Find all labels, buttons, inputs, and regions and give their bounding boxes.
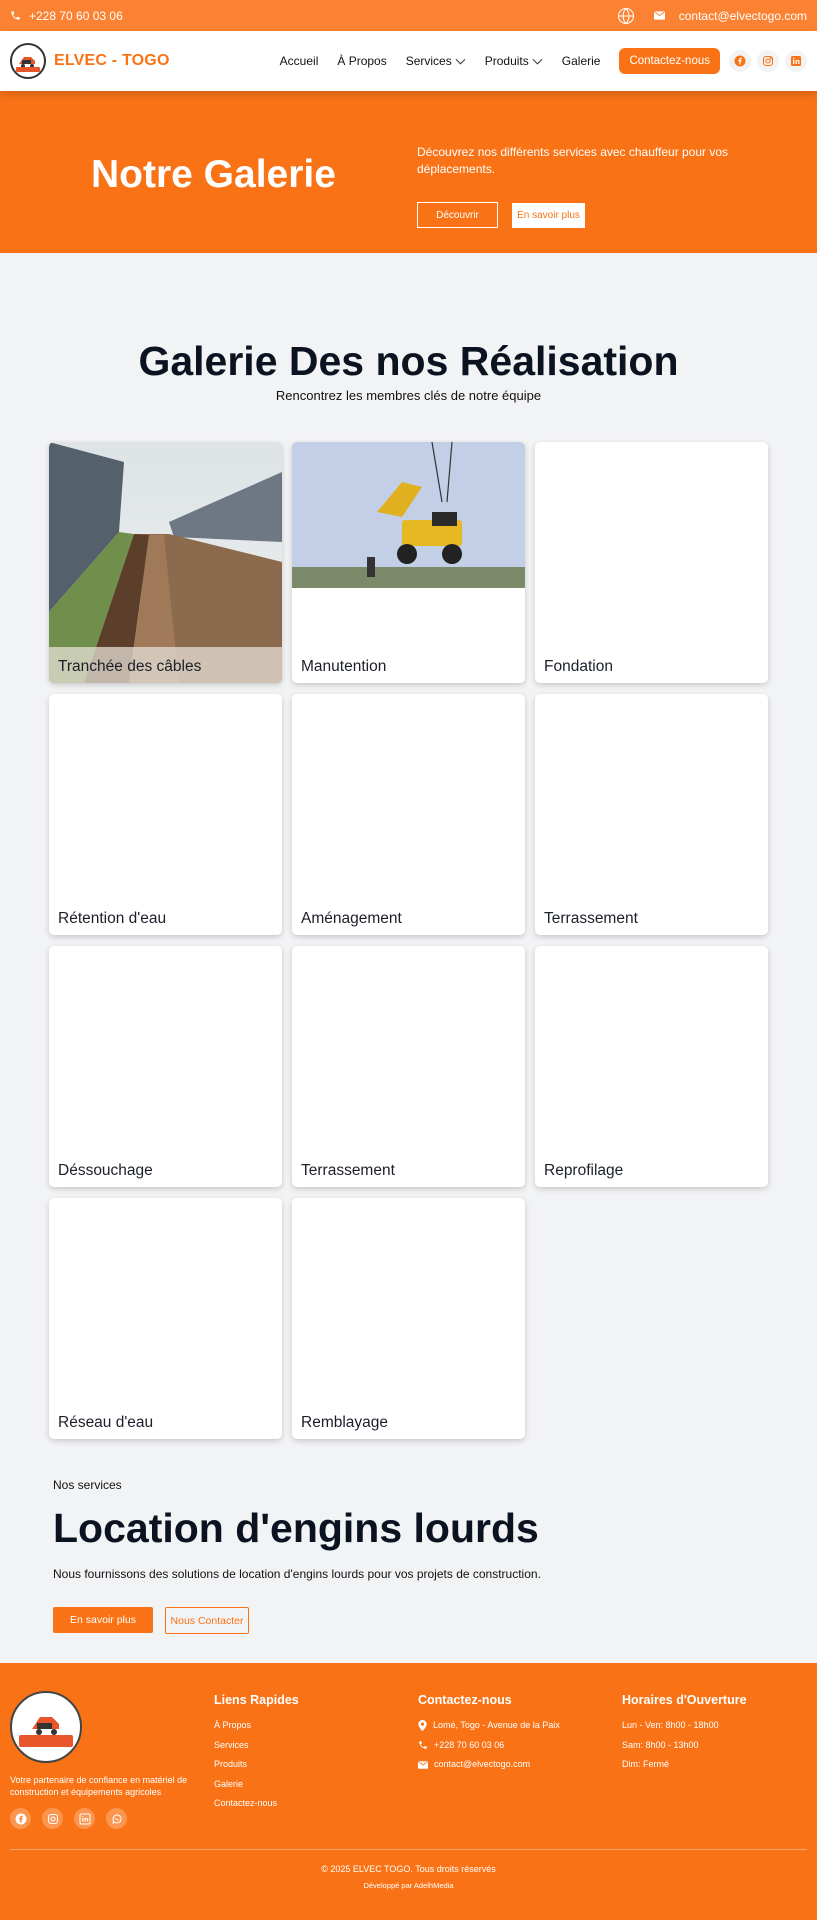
mail-icon [653,11,665,20]
mail-icon [418,1761,428,1769]
learn-more-button[interactable]: En savoir plus [512,203,585,228]
topbar-email[interactable]: contact@elvectogo.com [679,9,807,23]
gallery-card[interactable]: Rétention d'eau [49,694,282,935]
footer-link-a-propos[interactable]: À Propos [214,1716,299,1736]
nav-galerie[interactable]: Galerie [562,54,601,68]
instagram-icon[interactable] [757,50,779,72]
footer-phone-text: +228 70 60 03 06 [434,1739,505,1750]
topbar-phone[interactable]: +228 70 60 03 06 [10,9,123,23]
gallery-card-label: Remblayage [301,1414,389,1431]
footer-link-services[interactable]: Services [214,1736,299,1756]
gallery-photo-trench [49,442,282,683]
footer-hours-saturday: Sam: 8h00 - 13h00 [622,1739,699,1750]
gallery-card[interactable]: Reprofilage [535,946,768,1187]
hero-title: Notre Galerie [91,153,336,196]
nav-accueil[interactable]: Accueil [280,54,319,68]
nav-produits[interactable]: Produits [485,54,543,68]
gallery-card[interactable]: Terrassement [292,946,525,1187]
gallery-card-label: Terrassement [301,1162,395,1179]
topbar-phone-text: +228 70 60 03 06 [29,8,123,23]
instagram-icon[interactable] [42,1808,63,1829]
facebook-icon[interactable] [729,50,751,72]
services-kicker: Nos services [53,1478,122,1492]
gallery-card[interactable]: Remblayage [292,1198,525,1439]
phone-icon [10,10,21,21]
footer-hours-weekday: Lun - Ven: 8h00 - 18h00 [622,1720,719,1730]
linkedin-icon[interactable] [785,50,807,72]
footer-address-text: Lomé, Togo - Avenue de la Paix [433,1720,560,1730]
topbar: +228 70 60 03 06 contact@elvectogo.com [0,0,817,31]
footer-tagline: Votre partenaire de confiance en matérie… [10,1775,188,1797]
gallery-card-label: Reprofilage [544,1162,624,1179]
footer-contact-title: Contactez-nous [418,1693,512,1707]
phone-icon [419,1741,427,1749]
facebook-icon[interactable] [10,1808,31,1829]
footer-developer-credit[interactable]: Développé par AdelhMedia [0,1881,817,1890]
footer-address: Lomé, Togo - Avenue de la Paix [418,1716,560,1736]
site-footer: Votre partenaire de confiance en matérie… [0,1663,817,1920]
main-nav: Accueil À Propos Services Produits Galer… [280,48,720,74]
map-pin-icon [418,1720,427,1732]
services-contact-button[interactable]: Nous Contacter [165,1607,249,1634]
gallery-card-label: Tranchée des câbles [58,658,202,675]
nav-services[interactable]: Services [406,54,466,68]
site-logo[interactable] [10,43,46,79]
nav-produits-label: Produits [484,54,529,68]
footer-link-produits[interactable]: Produits [214,1755,299,1775]
gallery-card-label: Réseau d'eau [58,1414,154,1431]
footer-link-galerie[interactable]: Galerie [214,1775,299,1795]
globe-icon[interactable] [616,6,636,26]
gallery-card-label: Manutention [301,658,387,675]
footer-contact: Contactez-nous Lomé, Togo - Avenue de la… [418,1693,560,1775]
gallery-title: Galerie Des nos Réalisation [138,338,679,384]
gallery-photo-handling [292,442,525,588]
services-learn-more-button[interactable]: En savoir plus [53,1607,153,1633]
chevron-down-icon [455,58,466,65]
gallery-card-label: Déssouchage [58,1162,153,1179]
discover-button[interactable]: Découvrir [417,202,498,228]
footer-divider [10,1849,807,1850]
gallery-subtitle: Rencontrez les membres clés de notre équ… [275,388,542,403]
brand-name[interactable]: ELVEC - TOGO [54,52,170,70]
nav-a-propos[interactable]: À Propos [337,54,386,68]
footer-link-contact[interactable]: Contactez-nous [214,1794,299,1814]
footer-quick-links: Liens Rapides À Propos Services Produits… [214,1693,299,1814]
gallery-card[interactable]: Tranchée des câbles [49,442,282,683]
gallery-card[interactable]: Terrassement [535,694,768,935]
footer-social-links [10,1808,127,1829]
gallery-card-label: Fondation [544,658,613,675]
services-title: Location d'engins lourds [53,1505,539,1551]
contact-button[interactable]: Contactez-nous [619,48,720,74]
nav-services-label: Services [405,54,452,68]
footer-hours: Horaires d'Ouverture Lun - Ven: 8h00 - 1… [622,1693,747,1775]
gallery-card[interactable]: Déssouchage [49,946,282,1187]
footer-links-title: Liens Rapides [214,1693,299,1707]
gallery-card-label: Aménagement [301,910,402,927]
footer-phone[interactable]: +228 70 60 03 06 [418,1736,560,1756]
site-header: ELVEC - TOGO Accueil À Propos Services P… [0,31,817,91]
gallery-card[interactable]: Fondation [535,442,768,683]
footer-email-text: contact@elvectogo.com [434,1759,531,1769]
hero-section: Notre Galerie Découvrez nos différents s… [0,91,817,253]
gallery-card[interactable]: Manutention [292,442,525,683]
gallery-card[interactable]: Aménagement [292,694,525,935]
footer-hours-sunday: Dim: Fermé [622,1759,669,1769]
footer-logo[interactable] [10,1691,82,1763]
footer-hours-title: Horaires d'Ouverture [622,1693,747,1707]
header-social-links [729,50,807,72]
footer-copyright: © 2025 ELVEC TOGO. Tous droits réservés [321,1864,496,1874]
footer-email[interactable]: contact@elvectogo.com [418,1755,560,1775]
gallery-card[interactable]: Réseau d'eau [49,1198,282,1439]
linkedin-icon[interactable] [74,1808,95,1829]
whatsapp-icon[interactable] [106,1808,127,1829]
services-description: Nous fournissons des solutions de locati… [53,1567,541,1581]
gallery-card-label: Rétention d'eau [58,910,167,927]
gallery-card-label: Terrassement [544,910,638,927]
chevron-down-icon [532,58,543,65]
hero-description: Découvrez nos différents services avec c… [417,145,729,176]
